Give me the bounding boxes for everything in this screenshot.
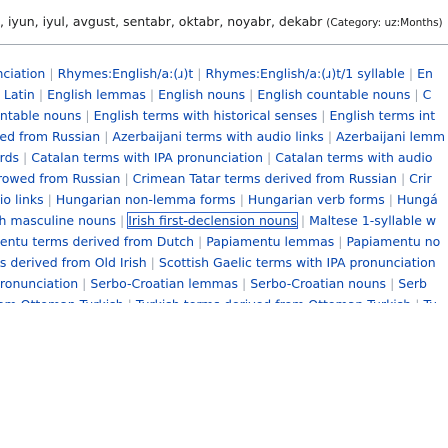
category-link[interactable]: ords [0,150,19,165]
months-line: , iyun, iyul, avgust, sentabr, oktabr, n… [0,14,443,31]
category-link[interactable]: Irish first-declension nouns [127,212,298,229]
category-link[interactable]: English terms with historical senses [94,108,318,123]
category-link[interactable]: Serbo-Croatian lemmas [90,276,238,291]
page-blank-area [0,303,448,448]
category-link[interactable]: English countable nouns [257,87,410,102]
category-separator: | [414,87,419,102]
category-separator: | [400,171,406,186]
category-link[interactable]: Azerbaijani lemm [336,129,445,144]
category-link[interactable]: Serb [398,276,427,291]
category-separator: | [150,255,155,270]
category-link[interactable]: untable nouns [0,108,81,123]
category-separator: | [124,171,129,186]
category-link[interactable]: inciation [0,66,45,81]
category-separator: | [249,87,254,102]
category-separator: | [408,66,414,81]
category-link[interactable]: Rhymes:English/a:(ɹ)t/1 syllable [205,66,404,81]
category-link[interactable]: En [417,66,433,81]
category-link[interactable]: Maltese 1-syllable w [309,213,436,228]
category-separator: | [197,66,202,81]
category-separator: | [239,192,244,207]
category-link[interactable]: nentu terms derived from Dutch [0,234,194,249]
category-row: ved from Russian | Azerbaijani terms with … [0,126,445,147]
category-link[interactable]: Catalan terms with IPA pronunciation [31,150,263,165]
wiktionary-page: , iyun, iyul, avgust, sentabr, oktabr, n… [0,0,448,448]
category-link[interactable]: English terms int [330,108,436,123]
category-separator: | [149,87,155,102]
category-lines: inciation|Rhymes:English/a:(ɹ)t|Rhymes:E… [0,63,445,303]
category-row: inciation|Rhymes:English/a:(ɹ)t|Rhymes:E… [0,63,445,84]
category-link[interactable]: Papiamentu lemmas [206,234,334,249]
category-separator: | [390,276,395,291]
category-separator: | [85,108,90,123]
category-link[interactable]: Crimean Tatar terms derived from Russian [133,171,397,186]
category-link[interactable]: Scottish Gaelic terms with IPA pronuncia… [159,255,436,270]
category-row: dio links|Hungarian non-lemma forms|Hung… [0,189,445,210]
category-separator: | [327,129,333,144]
category-separator: | [321,108,326,123]
category-link[interactable]: sh masculine nouns [0,213,116,228]
category-row: untable nouns | English terms with histori… [0,105,445,126]
category-link[interactable]: 1 Latin [0,87,35,102]
category-link[interactable]: English nouns [158,87,245,102]
category-separator: | [198,234,203,249]
category-separator: | [49,66,54,81]
category-row: sh masculine nouns | Irish first-declensio… [0,210,445,231]
category-row: ords|Catalan terms with IPA pronunciatio… [0,147,445,168]
category-separator: | [120,213,125,228]
category-row: nentu terms derived from Dutch | Papiament… [0,231,445,252]
category-link[interactable]: rrowed from Russian [0,171,120,186]
category-separator: | [300,213,306,228]
category-separator: | [104,129,109,144]
category-separator: | [388,192,393,207]
category-link[interactable]: Papiamentu no [346,234,440,249]
category-separator: | [267,150,272,165]
months-text: , iyun, iyul, avgust, sentabr, oktabr, n… [0,14,323,29]
category-separator: | [338,234,343,249]
category-separator: | [23,150,28,165]
category-link[interactable]: Hungarian verb forms [248,192,385,207]
category-separator: | [47,192,52,207]
category-link[interactable]: Catalan terms with audio [275,150,432,165]
category-link[interactable]: English lemmas [47,87,146,102]
category-row: rrowed from Russian | Crimean Tatar terms … [0,168,445,189]
category-separator: | [242,276,247,291]
category-link[interactable]: ved from Russian [0,129,100,144]
category-link[interactable]: Azerbaijani terms with audio links [112,129,323,144]
category-link[interactable]: Rhymes:English/a:(ɹ)t [58,66,194,81]
category-separator: | [82,276,87,291]
category-link[interactable]: Hungarian non-lemma forms [56,192,236,207]
category-link[interactable]: Hungá [397,192,438,207]
category-link[interactable]: Crir [409,171,431,186]
category-link[interactable]: ns derived from Old Irish [0,255,147,270]
category-link[interactable]: C [423,87,432,102]
category-note: (Category: uz:Months) [326,17,443,29]
category-link[interactable]: Serbo-Croatian nouns [250,276,386,291]
category-box: inciation|Rhymes:English/a:(ɹ)t|Rhymes:E… [0,44,448,304]
category-separator: | [38,87,44,102]
category-row: pronunciation | Serbo-Croatian lemmas | Serb… [0,273,445,294]
category-link[interactable]: dio links [0,192,44,207]
category-row: 1 Latin|English lemmas|English nouns|Eng… [0,84,445,105]
category-link[interactable]: pronunciation [0,276,78,291]
category-row: ns derived from Old Irish | Scottish Gaeli… [0,252,445,273]
